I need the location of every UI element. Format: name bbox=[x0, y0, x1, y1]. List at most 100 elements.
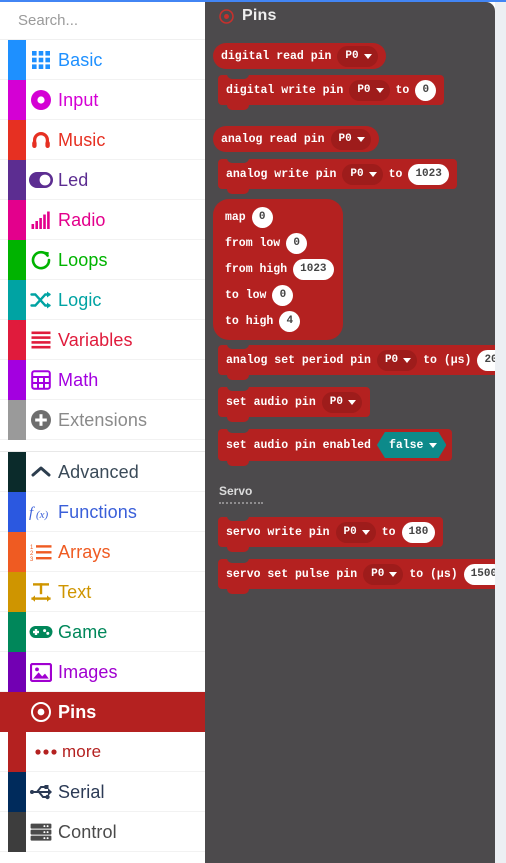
lines-icon bbox=[26, 320, 56, 360]
toolbox-separator bbox=[0, 440, 205, 452]
chevron-up-icon bbox=[26, 452, 56, 492]
category-color-strip bbox=[8, 772, 26, 812]
sidebar-item-basic[interactable]: Basic bbox=[0, 40, 205, 80]
sidebar-item-led[interactable]: Led bbox=[0, 160, 205, 200]
sidebar-item-label: Music bbox=[58, 130, 106, 150]
value-input[interactable]: 0 bbox=[251, 206, 273, 228]
flyout-scroll-gutter[interactable] bbox=[495, 2, 506, 863]
sidebar-item-label: more bbox=[62, 742, 102, 761]
block-label: digital write pin bbox=[226, 83, 344, 97]
value-input[interactable]: 180 bbox=[401, 521, 436, 543]
block-servo-write-pin[interactable]: servo write pin P0 to 180 bbox=[218, 516, 444, 552]
category-color-strip bbox=[8, 532, 26, 572]
target-icon bbox=[218, 8, 235, 25]
pin-dropdown-value: P0 bbox=[357, 84, 371, 96]
pin-dropdown[interactable]: P0 bbox=[335, 521, 376, 543]
block-label-to: to (µs) bbox=[423, 353, 472, 367]
value-input[interactable]: 20000 bbox=[477, 349, 495, 371]
block-set-audio-pin[interactable]: set audio pin P0 bbox=[218, 386, 370, 422]
pin-dropdown[interactable]: P0 bbox=[321, 391, 362, 413]
value-input[interactable]: 0 bbox=[272, 284, 294, 306]
category-color-strip bbox=[8, 320, 26, 360]
boolean-dropdown[interactable]: false bbox=[377, 432, 447, 458]
sidebar-item-images[interactable]: Images bbox=[0, 652, 205, 692]
block-analog-write-pin[interactable]: analog write pin P0 to 1023 bbox=[218, 158, 457, 194]
ellipsis-icon bbox=[32, 732, 60, 772]
flyout-title: Pins bbox=[242, 7, 277, 24]
sidebar-item-arrays[interactable]: 1 2 3 Arrays bbox=[0, 532, 205, 572]
chevron-down-icon bbox=[375, 87, 384, 93]
sidebar-item-pins-more[interactable]: more bbox=[0, 732, 205, 772]
block-analog-set-period-pin[interactable]: analog set period pin P0 to (µs) 20000 bbox=[218, 344, 495, 380]
sidebar-item-logic[interactable]: Logic bbox=[0, 280, 205, 320]
sidebar-item-input[interactable]: Input bbox=[0, 80, 205, 120]
sidebar-item-variables[interactable]: Variables bbox=[0, 320, 205, 360]
category-color-strip bbox=[8, 692, 26, 732]
category-color-strip bbox=[8, 572, 26, 612]
pin-dropdown[interactable]: P0 bbox=[337, 45, 378, 67]
toolbox-panel: Basic Input Music bbox=[0, 2, 234, 863]
value-input[interactable]: 1500 bbox=[463, 563, 495, 585]
sidebar-item-game[interactable]: Game bbox=[0, 612, 205, 652]
block-servo-set-pulse-pin[interactable]: servo set pulse pin P0 to (µs) 1500 bbox=[218, 558, 495, 594]
sidebar-item-loops[interactable]: Loops bbox=[0, 240, 205, 280]
sidebar-item-label: Basic bbox=[58, 50, 103, 70]
sidebar-item-label: Pins bbox=[58, 702, 97, 722]
sidebar-item-radio[interactable]: Radio bbox=[0, 200, 205, 240]
value-input[interactable]: 1023 bbox=[408, 163, 449, 185]
value-input[interactable]: 1023 bbox=[293, 258, 334, 280]
gamepad-icon bbox=[26, 612, 56, 652]
search-input[interactable] bbox=[18, 12, 217, 29]
numbered-list-icon: 1 2 3 bbox=[26, 532, 56, 572]
block-digital-read-pin[interactable]: digital read pin P0 bbox=[213, 43, 386, 69]
sidebar-item-math[interactable]: Math bbox=[0, 360, 205, 400]
block-label: from low bbox=[225, 236, 281, 250]
chevron-down-icon bbox=[429, 443, 437, 448]
block-map[interactable]: map 0 from low 0 from high 1023 to low 0… bbox=[213, 199, 343, 340]
toggle-icon bbox=[26, 160, 56, 200]
category-color-strip bbox=[8, 400, 26, 440]
signal-bars-icon bbox=[26, 200, 56, 240]
block-analog-read-pin[interactable]: analog read pin P0 bbox=[213, 126, 379, 152]
makecode-editor: Basic Input Music bbox=[0, 0, 506, 863]
pin-dropdown[interactable]: P0 bbox=[330, 128, 371, 150]
sidebar-item-label: Led bbox=[58, 170, 89, 190]
chevron-down-icon bbox=[403, 357, 412, 363]
sidebar-item-text[interactable]: Text bbox=[0, 572, 205, 612]
sidebar-item-functions[interactable]: f (x) Functions bbox=[0, 492, 205, 532]
value-input[interactable]: 4 bbox=[279, 310, 301, 332]
search-row[interactable] bbox=[0, 2, 234, 40]
sidebar-item-label: Input bbox=[58, 90, 99, 110]
pin-dropdown-value: P0 bbox=[338, 133, 352, 145]
sidebar-item-pins[interactable]: Pins bbox=[0, 692, 205, 732]
value-input[interactable]: 0 bbox=[286, 232, 308, 254]
sidebar-item-advanced[interactable]: Advanced bbox=[0, 452, 205, 492]
sidebar-item-music[interactable]: Music bbox=[0, 120, 205, 160]
category-list: Basic Input Music Led Radio Loops Logic … bbox=[0, 40, 205, 852]
sidebar-item-extensions[interactable]: Extensions bbox=[0, 400, 205, 440]
sidebar-item-serial[interactable]: Serial bbox=[0, 772, 205, 812]
pin-dropdown-value: P0 bbox=[345, 50, 359, 62]
value-input[interactable]: 0 bbox=[415, 79, 437, 101]
block-digital-write-pin[interactable]: digital write pin P0 to 0 bbox=[218, 74, 445, 110]
sidebar-item-label: Advanced bbox=[58, 462, 139, 482]
svg-text:3: 3 bbox=[30, 557, 34, 561]
text-icon bbox=[26, 572, 56, 612]
pin-dropdown[interactable]: P0 bbox=[363, 563, 404, 585]
pin-dropdown-value: P0 bbox=[384, 354, 399, 366]
section-label-servo: Servo bbox=[219, 484, 263, 504]
sidebar-item-control[interactable]: Control bbox=[0, 812, 205, 852]
pin-dropdown[interactable]: P0 bbox=[376, 349, 418, 371]
category-color-strip bbox=[8, 812, 26, 852]
map-row-to-low: to low 0 bbox=[225, 284, 294, 306]
pin-dropdown[interactable]: P0 bbox=[349, 79, 390, 101]
sidebar-item-label: Control bbox=[58, 822, 117, 842]
pin-dropdown[interactable]: P0 bbox=[342, 163, 383, 185]
block-set-audio-pin-enabled[interactable]: set audio pin enabled false bbox=[218, 428, 453, 466]
sidebar-item-label: Game bbox=[58, 622, 108, 642]
category-color-strip bbox=[8, 200, 26, 240]
sidebar-item-label: Variables bbox=[58, 330, 133, 350]
section-label-text: Servo bbox=[219, 484, 253, 498]
block-label: servo write pin bbox=[226, 525, 330, 539]
chevron-down-icon bbox=[356, 136, 365, 142]
